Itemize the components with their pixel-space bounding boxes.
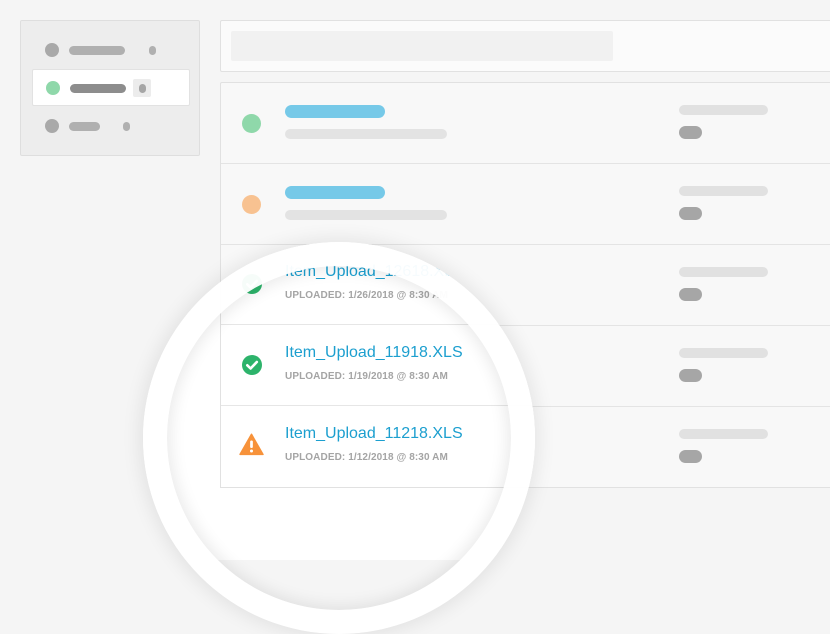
status-dot-icon [46,81,60,95]
upload-timestamp: UPLOADED: 1/12/2018 @ 8:30 AM [285,452,448,463]
list-item-placeholder[interactable] [221,164,830,245]
file-name-link[interactable]: Item_Upload_11918.XLS [285,344,463,362]
upload-list-magnified: Item_Upload_12618.XLS UPLOADED: 1/26/201… [220,244,535,488]
sidebar-item-2[interactable] [32,69,190,106]
sidebar [20,20,200,156]
file-name-link[interactable]: Item_Upload_12618.XLS [285,263,464,281]
subtitle-placeholder [285,129,447,139]
sidebar-item-count-placeholder [139,84,146,93]
upload-timestamp: UPLOADED: 1/26/2018 @ 8:30 AM [285,290,448,301]
check-circle-icon [242,274,262,294]
action-pill-placeholder[interactable] [679,126,702,139]
detail-placeholder [679,348,768,358]
action-pill-placeholder[interactable] [679,288,702,301]
sidebar-item-label-placeholder [70,84,126,93]
sidebar-item-label-placeholder [69,122,100,131]
status-dot-icon [45,119,59,133]
action-pill-placeholder[interactable] [679,207,702,220]
sidebar-item-3[interactable] [32,108,190,145]
title-placeholder [285,186,385,199]
status-dot-icon [242,195,261,214]
search-bar [220,20,830,72]
detail-placeholder [679,267,768,277]
detail-placeholder [679,105,768,115]
title-placeholder [285,105,385,118]
action-pill-placeholder[interactable] [679,450,702,463]
list-item-placeholder[interactable] [221,83,830,164]
sidebar-item-count-badge [133,79,151,97]
detail-placeholder [679,186,768,196]
sidebar-item-count-placeholder [149,46,156,55]
magnified-view: Item_Upload_12618.XLS UPLOADED: 1/26/201… [143,242,535,560]
upload-row[interactable]: Item_Upload_11918.XLS UPLOADED: 1/19/201… [221,325,535,406]
action-pill-placeholder[interactable] [679,369,702,382]
status-dot-icon [242,114,261,133]
check-circle-icon [242,355,262,375]
upload-timestamp: UPLOADED: 1/19/2018 @ 8:30 AM [285,371,448,382]
subtitle-placeholder [285,210,447,220]
warning-triangle-icon [239,433,264,456]
magnifier-lens: Item_Upload_12618.XLS UPLOADED: 1/26/201… [143,242,535,634]
sidebar-item-count-placeholder [123,122,130,131]
sidebar-item-1[interactable] [32,32,190,69]
file-name-link[interactable]: Item_Upload_11218.XLS [285,425,463,443]
upload-row[interactable]: Item_Upload_12618.XLS UPLOADED: 1/26/201… [221,244,535,325]
detail-placeholder [679,429,768,439]
upload-row[interactable]: Item_Upload_11218.XLS UPLOADED: 1/12/201… [221,406,535,487]
status-dot-icon [45,43,59,57]
search-input[interactable] [231,31,613,61]
sidebar-item-label-placeholder [69,46,125,55]
